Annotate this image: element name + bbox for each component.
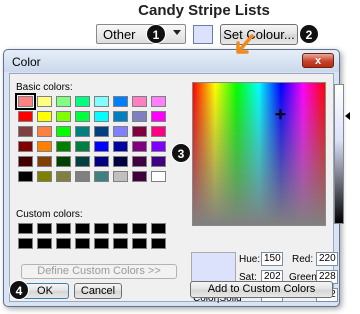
current-color-swatch: [193, 25, 213, 44]
color-spectrum[interactable]: ✛: [192, 82, 326, 226]
basic-color-swatch[interactable]: [151, 126, 166, 137]
basic-color-swatch[interactable]: [18, 126, 33, 137]
basic-colors-label: Basic colors:: [16, 82, 73, 93]
basic-color-swatch[interactable]: [113, 96, 128, 107]
basic-color-swatch[interactable]: [151, 171, 166, 182]
dialog-client: Basic colors: Custom colors: Define Cust…: [9, 73, 350, 304]
custom-color-swatch[interactable]: [56, 238, 71, 249]
basic-color-swatch[interactable]: [75, 96, 90, 107]
cancel-button[interactable]: Cancel: [74, 283, 122, 299]
basic-color-swatch[interactable]: [56, 96, 71, 107]
basic-color-swatch[interactable]: [151, 96, 166, 107]
basic-color-swatch[interactable]: [37, 141, 52, 152]
custom-color-swatch[interactable]: [75, 223, 90, 234]
basic-colors-grid: [15, 93, 166, 182]
luminance-arrow-icon[interactable]: [345, 112, 350, 120]
basic-color-swatch[interactable]: [151, 141, 166, 152]
custom-color-swatch[interactable]: [75, 238, 90, 249]
orange-arrow-icon: [236, 34, 254, 54]
basic-color-swatch[interactable]: [37, 171, 52, 182]
basic-color-swatch[interactable]: [56, 156, 71, 167]
basic-color-swatch[interactable]: [37, 111, 52, 122]
custom-color-swatch[interactable]: [18, 238, 33, 249]
list-select-value: Other: [103, 27, 136, 42]
color-dialog: Color x Basic colors: Custom colors: Def…: [3, 49, 350, 307]
luminance-slider[interactable]: [334, 84, 344, 224]
define-custom-colors-button[interactable]: Define Custom Colors >>: [21, 264, 177, 279]
basic-color-swatch[interactable]: [56, 171, 71, 182]
basic-color-swatch[interactable]: [94, 126, 109, 137]
basic-color-swatch[interactable]: [132, 96, 147, 107]
custom-color-swatch[interactable]: [132, 223, 147, 234]
custom-color-swatch[interactable]: [113, 238, 128, 249]
page-title: Candy Stripe Lists: [138, 2, 270, 19]
basic-color-swatch[interactable]: [56, 126, 71, 137]
basic-color-swatch[interactable]: [113, 126, 128, 137]
custom-color-swatch[interactable]: [37, 238, 52, 249]
basic-color-swatch[interactable]: [151, 111, 166, 122]
basic-color-swatch[interactable]: [18, 156, 33, 167]
basic-color-swatch[interactable]: [37, 156, 52, 167]
custom-color-swatch[interactable]: [113, 223, 128, 234]
callout-badge-2: 2: [299, 24, 319, 44]
crosshair-icon[interactable]: ✛: [275, 107, 286, 123]
custom-colors-label: Custom colors:: [16, 209, 83, 220]
custom-color-swatch[interactable]: [132, 238, 147, 249]
basic-color-swatch[interactable]: [18, 171, 33, 182]
basic-color-swatch[interactable]: [75, 126, 90, 137]
basic-color-swatch[interactable]: [37, 96, 52, 107]
basic-color-swatch[interactable]: [75, 141, 90, 152]
basic-color-swatch[interactable]: [113, 141, 128, 152]
basic-color-swatch[interactable]: [113, 156, 128, 167]
callout-badge-4: 4: [9, 280, 29, 300]
basic-color-swatch[interactable]: [37, 126, 52, 137]
basic-color-swatch[interactable]: [94, 111, 109, 122]
custom-color-swatch[interactable]: [37, 223, 52, 234]
basic-color-swatch[interactable]: [94, 171, 109, 182]
basic-color-swatch[interactable]: [113, 111, 128, 122]
basic-color-swatch[interactable]: [94, 156, 109, 167]
basic-color-swatch[interactable]: [15, 93, 36, 110]
basic-color-swatch[interactable]: [18, 141, 33, 152]
custom-color-swatch[interactable]: [151, 223, 166, 234]
custom-color-swatch[interactable]: [18, 223, 33, 234]
basic-color-swatch[interactable]: [18, 111, 33, 122]
custom-colors-grid: [18, 223, 166, 249]
hue-field[interactable]: 150: [261, 252, 283, 266]
custom-color-swatch[interactable]: [151, 238, 166, 249]
basic-color-swatch[interactable]: [113, 171, 128, 182]
add-to-custom-colors-button[interactable]: Add to Custom Colors: [190, 281, 333, 298]
basic-color-swatch[interactable]: [94, 96, 109, 107]
callout-badge-3: 3: [171, 143, 191, 163]
dialog-title: Color: [12, 55, 41, 69]
dialog-titlebar[interactable]: Color x: [4, 50, 339, 72]
close-button[interactable]: x: [302, 53, 334, 68]
basic-color-swatch[interactable]: [56, 111, 71, 122]
custom-color-swatch[interactable]: [94, 223, 109, 234]
basic-color-swatch[interactable]: [132, 156, 147, 167]
red-field[interactable]: 220: [316, 252, 338, 266]
basic-color-swatch[interactable]: [75, 111, 90, 122]
basic-color-swatch[interactable]: [132, 126, 147, 137]
basic-color-swatch[interactable]: [132, 141, 147, 152]
callout-badge-1: 1: [146, 24, 166, 44]
basic-color-swatch[interactable]: [151, 156, 166, 167]
red-label: Red:: [292, 254, 314, 265]
custom-color-swatch[interactable]: [94, 238, 109, 249]
basic-color-swatch[interactable]: [56, 141, 71, 152]
basic-color-swatch[interactable]: [94, 141, 109, 152]
basic-color-swatch[interactable]: [75, 171, 90, 182]
custom-color-swatch[interactable]: [56, 223, 71, 234]
basic-color-swatch[interactable]: [132, 111, 147, 122]
basic-color-swatch[interactable]: [132, 171, 147, 182]
basic-color-swatch[interactable]: [75, 156, 90, 167]
list-select[interactable]: Other: [96, 24, 186, 44]
chevron-down-icon[interactable]: [173, 30, 181, 35]
hue-label: Hue:: [239, 254, 261, 265]
